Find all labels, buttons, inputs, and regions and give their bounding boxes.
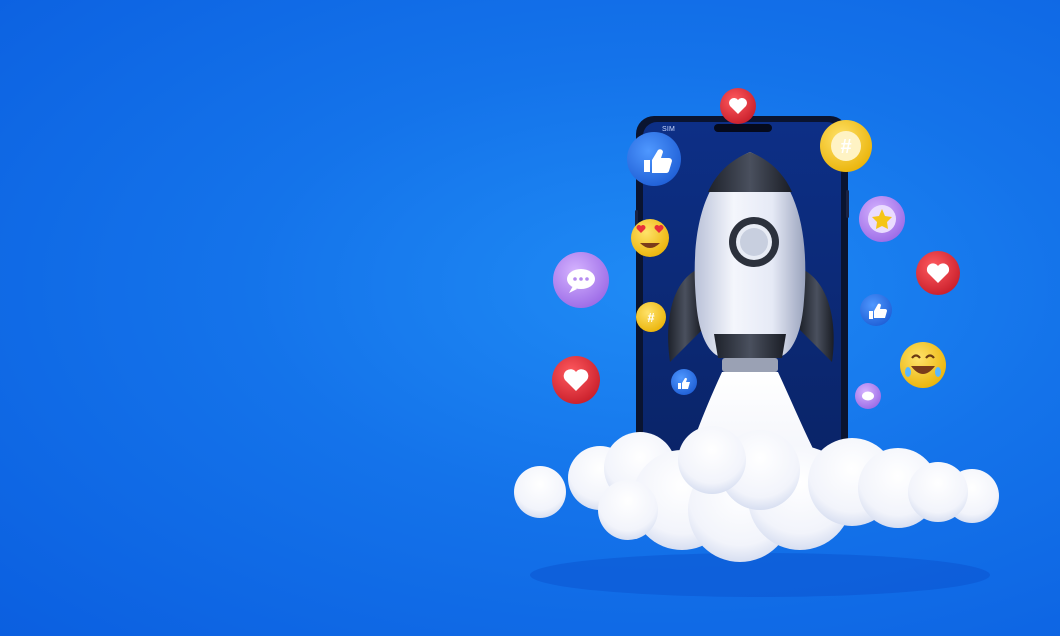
illustration-scene: # # (514, 88, 999, 597)
thumbs-up-icon (627, 132, 681, 186)
star-icon (859, 196, 905, 242)
heart-eyes-emoji (631, 219, 669, 257)
phone-status-label: SIM (662, 126, 676, 133)
laughing-emoji (900, 342, 946, 388)
heart-icon (916, 251, 960, 295)
thumbs-up-icon (671, 369, 697, 395)
heart-icon (720, 88, 756, 124)
phone-side-button (846, 190, 849, 218)
thumbs-up-icon (860, 294, 892, 326)
hashtag-icon: # (820, 120, 872, 172)
phone-notch (714, 124, 772, 132)
heart-icon (552, 356, 600, 404)
chat-bubble-icon (553, 252, 609, 308)
launch-cloud (514, 426, 999, 562)
floor-shadow (530, 553, 990, 597)
svg-text:#: # (647, 310, 655, 325)
hashtag-icon: # (636, 302, 666, 332)
svg-text:#: # (840, 136, 851, 158)
chat-bubble-icon (855, 383, 881, 409)
